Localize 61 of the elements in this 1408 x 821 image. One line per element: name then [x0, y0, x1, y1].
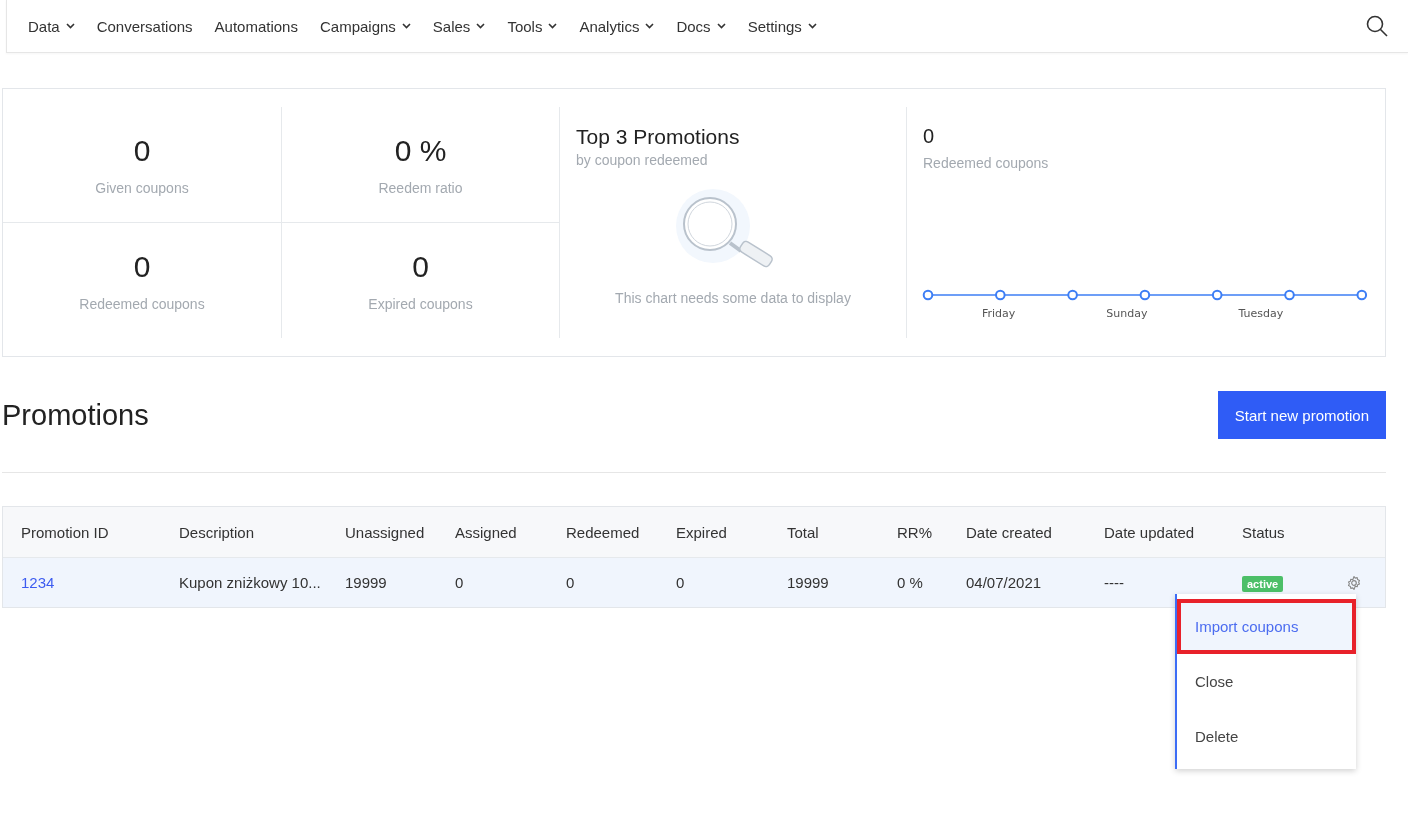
start-promotion-button[interactable]: Start new promotion — [1217, 391, 1386, 439]
stat-label: Given coupons — [95, 179, 189, 196]
column-header: Expired — [676, 523, 728, 541]
panel-title: Top 3 Promotions — [576, 125, 741, 149]
menu-item[interactable]: Import coupons — [1177, 599, 1356, 654]
column-header: Assigned — [455, 523, 518, 541]
table-cell-text: 0 — [566, 574, 576, 591]
table-cell-text: 04/07/2021 — [966, 574, 1043, 591]
nav-menu-item[interactable]: Automations — [214, 17, 298, 35]
chevron-down-icon — [716, 23, 726, 29]
column-header: Status — [1242, 523, 1286, 541]
stat-value: 0 % — [394, 133, 447, 168]
nav-menu-item[interactable]: Data — [28, 17, 75, 35]
chevron-down-icon — [476, 23, 486, 29]
stat-value: 0 — [133, 133, 151, 168]
table-cell-text: ---- — [1104, 574, 1125, 591]
stat-label: Expired coupons — [368, 295, 473, 312]
chart-value: 0 — [923, 125, 936, 148]
stat-label: Redeemed coupons — [79, 295, 205, 312]
empty-chart-message: This chart needs some data to display — [615, 290, 851, 306]
menu-item[interactable]: Close — [1177, 654, 1356, 709]
axis-label: Sunday — [1106, 307, 1148, 320]
chevron-down-icon — [65, 23, 75, 29]
table-cell-text: 0 — [676, 574, 686, 591]
stat-value: 0 — [133, 249, 151, 284]
column-header: Promotion ID — [21, 523, 110, 541]
stat-value: 0 — [412, 249, 429, 284]
page-heading: Promotions — [2, 398, 149, 432]
nav-menu-item[interactable]: Sales — [432, 17, 486, 35]
column-header: Total — [787, 523, 820, 541]
column-header: Date created — [966, 523, 1053, 541]
status-badge: active — [1242, 575, 1284, 592]
nav-menu-item[interactable]: Tools — [507, 17, 558, 35]
panel-subtitle: by coupon redeemed — [576, 152, 709, 168]
table-cell-text: 19999 — [345, 574, 388, 591]
nav-menu-item[interactable]: Analytics — [579, 17, 655, 35]
menu-item[interactable]: Delete — [1177, 709, 1356, 764]
nav-menu-item[interactable]: Campaigns — [319, 17, 411, 35]
column-header: Description — [179, 523, 256, 541]
axis-label: Friday — [982, 307, 1016, 320]
column-header: Redeemed — [566, 523, 641, 541]
axis-label: Tuesday — [1238, 307, 1284, 320]
chevron-down-icon — [645, 23, 655, 29]
promotion-id-link[interactable]: 1234 — [21, 574, 179, 591]
nav-menu-item[interactable]: Conversations — [96, 17, 193, 35]
stat-label: Reedem ratio — [378, 179, 463, 196]
chevron-down-icon — [807, 23, 817, 29]
settings-icon[interactable] — [1346, 574, 1362, 591]
nav-menu-item[interactable]: Settings — [747, 17, 817, 35]
chevron-down-icon — [548, 23, 558, 29]
table-cell-text: 0 — [455, 574, 465, 591]
nav-menu-item[interactable]: Docs — [676, 17, 726, 35]
chart-label: Redeemed coupons — [923, 155, 1050, 171]
search-icon[interactable] — [1366, 15, 1388, 37]
table-cell-text: 19999 — [787, 574, 830, 591]
chevron-down-icon — [401, 23, 411, 29]
column-header: Unassigned — [345, 523, 426, 541]
table-cell-text: 0 % — [897, 574, 924, 591]
column-header: Date updated — [1104, 523, 1196, 541]
column-header: RR% — [897, 523, 933, 541]
table-cell-text: Kupon zniżkowy 10... — [179, 574, 322, 591]
